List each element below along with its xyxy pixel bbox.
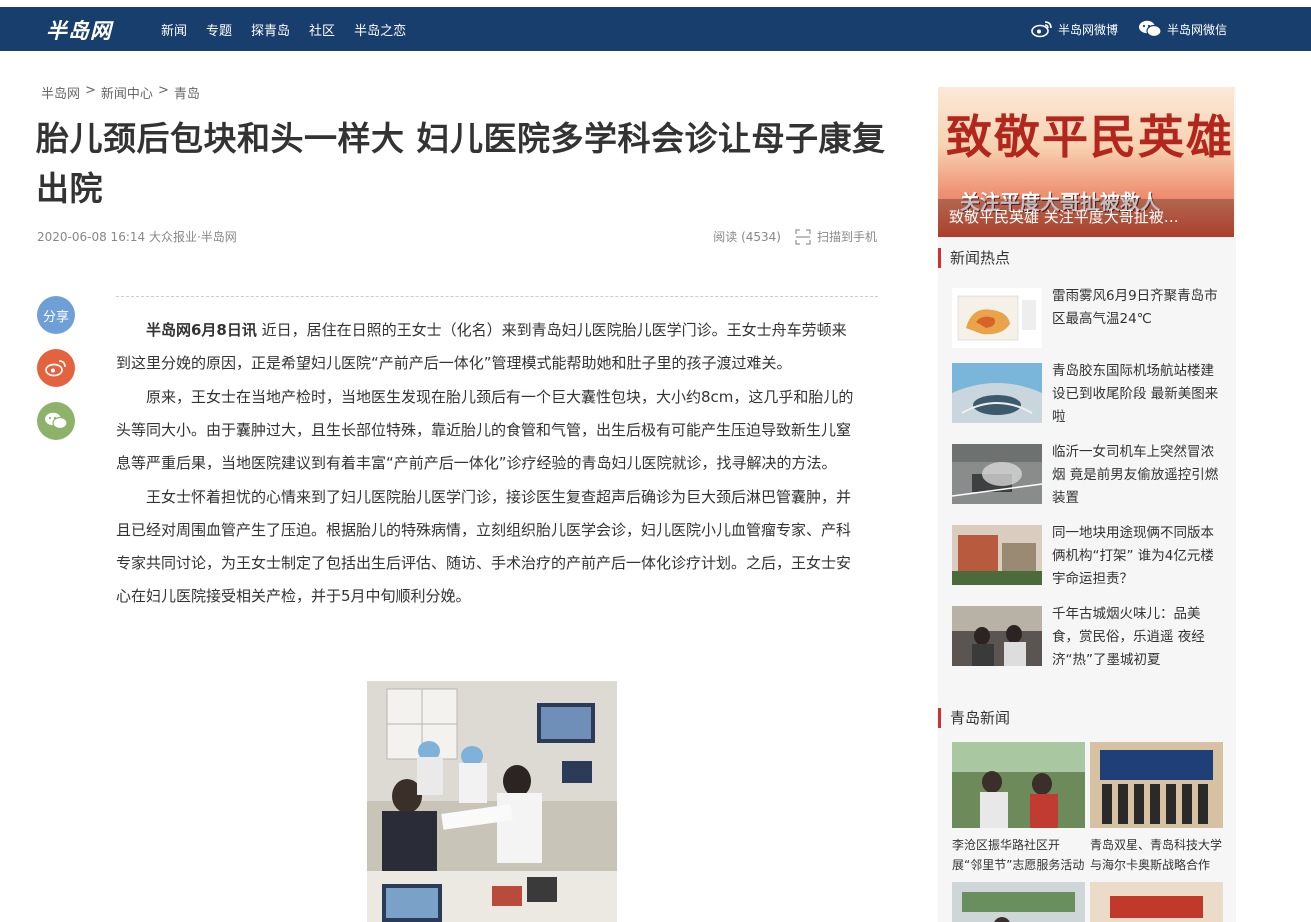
hot-news-thumb (952, 606, 1042, 666)
hot-news-thumb (952, 363, 1042, 423)
qingdao-news-item[interactable]: 李沧区振华路社区开展“邻里节”志愿服务活动 (952, 742, 1085, 875)
breadcrumb-home[interactable]: 半岛网 (41, 83, 80, 102)
share-column: 分享 (37, 296, 75, 455)
article-body: 半岛网6月8日讯 近日，居住在日照的王女士（化名）来到青岛妇儿医院胎儿医学门诊。… (116, 314, 861, 614)
qingdao-news-item[interactable] (1090, 882, 1223, 922)
nav-item-explore-qingdao[interactable]: 探青岛 (251, 20, 290, 39)
qingdao-news-thumb (952, 742, 1085, 828)
article-lead: 半岛网6月8日讯 (146, 321, 257, 339)
qingdao-news-thumb (1090, 742, 1223, 828)
hot-news-thumb (952, 288, 1042, 348)
share-label: 分享 (37, 296, 75, 334)
heading-accent (938, 707, 941, 728)
wechat-label: 半岛网微信 (1166, 22, 1227, 37)
breadcrumb-separator: > (157, 83, 169, 98)
qr-scan-icon (795, 228, 811, 245)
content-divider (116, 296, 878, 297)
nav-item-community[interactable]: 社区 (309, 20, 335, 39)
hot-news-heading: 新闻热点 (938, 247, 1010, 268)
breadcrumb: 半岛网 > 新闻中心 > 青岛 (41, 83, 200, 102)
wechat-icon (45, 412, 68, 430)
qingdao-news-text: 李沧区振华路社区开展“邻里节”志愿服务活动 (952, 835, 1085, 875)
hot-news-text: 千年古城烟火味儿：品美食，赏民俗，乐逍遥 夜经济“热”了墨城初夏 (1052, 606, 1205, 668)
hot-news-title: 新闻热点 (950, 249, 1011, 267)
article-paragraph: 王女士怀着担忧的心情来到了妇儿医院胎儿医学门诊，接诊医生复查超声后确诊为巨大颈后… (116, 488, 852, 605)
qingdao-news-heading: 青岛新闻 (938, 707, 1010, 728)
qingdao-news-item[interactable]: 青岛双星、青岛科技大学与海尔卡奥斯战略合作 (1090, 742, 1223, 875)
qingdao-news-item[interactable] (952, 882, 1085, 922)
wechat-icon (1138, 20, 1162, 38)
scan-to-phone-button[interactable]: 扫描到手机 (795, 228, 877, 245)
top-strip (0, 0, 1311, 7)
scan-label: 扫描到手机 (816, 230, 877, 244)
share-weibo-button[interactable] (37, 349, 75, 387)
feature-banner[interactable]: 致敬平民英雄 关注平度大哥扯被救人 致敬平民英雄 关注平度大哥扯被… (938, 87, 1234, 237)
heading-accent (938, 247, 941, 268)
banner-headline: 致敬平民英雄 (946, 110, 1234, 164)
right-sidebar: 致敬平民英雄 关注平度大哥扯被救人 致敬平民英雄 关注平度大哥扯被… 新闻热点 … (938, 87, 1236, 922)
read-count: 阅读 (4534) (713, 230, 781, 244)
hot-news-text: 同一地块用途现俩不同版本 俩机构“打架” 谁为4亿元楼宇命运担责？ (1052, 525, 1214, 587)
weibo-icon (45, 360, 66, 377)
wechat-link[interactable]: 半岛网微信 (1138, 20, 1227, 38)
hot-news-text: 雷雨雾风6月9日齐聚青岛市区最高气温24℃ (1052, 288, 1218, 327)
hot-news-thumb (952, 444, 1042, 504)
breadcrumb-qingdao[interactable]: 青岛 (174, 83, 200, 102)
hot-news-thumb (952, 525, 1042, 585)
qingdao-news-label: 青岛双星、青岛科技大学与海尔卡奥斯战略合作 (1090, 838, 1223, 872)
qingdao-news-thumb (952, 882, 1085, 922)
nav-item-romance[interactable]: 半岛之恋 (354, 20, 406, 39)
site-logo[interactable]: 半岛网 (46, 15, 112, 45)
hot-news-text: 青岛胶东国际机场航站楼建设已到收尾阶段 最新美图来啦 (1052, 363, 1219, 425)
hot-news-item[interactable]: 临沂一女司机车上突然冒浓烟 竟是前男友偷放遥控引燃装置 (952, 444, 1232, 506)
hot-news-item[interactable]: 千年古城烟火味儿：品美食，赏民俗，乐逍遥 夜经济“热”了墨城初夏 (952, 606, 1232, 668)
qingdao-news-label: 李沧区振华路社区开展“邻里节”志愿服务活动 (952, 838, 1085, 872)
nav-item-news[interactable]: 新闻 (161, 20, 187, 39)
nav-item-topics[interactable]: 专题 (206, 20, 232, 39)
qingdao-news-thumb (1090, 882, 1223, 922)
weibo-icon (1031, 21, 1052, 38)
hot-news-item[interactable]: 雷雨雾风6月9日齐聚青岛市区最高气温24℃ (952, 288, 1232, 350)
article-meta: 2020-06-08 16:14 大众报业·半岛网 (37, 230, 237, 244)
hot-news-item[interactable]: 青岛胶东国际机场航站楼建设已到收尾阶段 最新美图来啦 (952, 363, 1232, 425)
banner-caption: 致敬平民英雄 关注平度大哥扯被… (938, 199, 1234, 237)
site-navbar: 半岛网 新闻 专题 探青岛 社区 半岛之恋 半岛网微博 半岛网微信 (0, 7, 1311, 51)
article-paragraph: 原来，王女士在当地产检时，当地医生发现在胎儿颈后有一个巨大囊性包块，大小约8cm… (116, 388, 854, 472)
qingdao-news-text: 青岛双星、青岛科技大学与海尔卡奥斯战略合作 (1090, 835, 1223, 875)
main-nav: 新闻 专题 探青岛 社区 半岛之恋 (161, 7, 425, 51)
qingdao-news-title: 青岛新闻 (950, 709, 1011, 727)
share-wechat-button[interactable] (37, 402, 75, 440)
weibo-label: 半岛网微博 (1057, 22, 1118, 37)
article-title: 胎儿颈后包块和头一样大 妇儿医院多学科会诊让母子康复出院 (36, 119, 886, 208)
article-paragraph: 半岛网6月8日讯 近日，居住在日照的王女士（化名）来到青岛妇儿医院胎儿医学门诊。… (116, 314, 861, 380)
weibo-link[interactable]: 半岛网微博 (1031, 20, 1118, 38)
hot-news-item[interactable]: 同一地块用途现俩不同版本 俩机构“打架” 谁为4亿元楼宇命运担责？ (952, 525, 1232, 587)
breadcrumb-separator: > (85, 83, 96, 98)
article-photo (367, 681, 617, 922)
social-links: 半岛网微博 半岛网微信 (1011, 7, 1227, 51)
hot-news-text: 临沂一女司机车上突然冒浓烟 竟是前男友偷放遥控引燃装置 (1052, 444, 1219, 506)
article-stats: 阅读 (4534) 扫描到手机 (713, 228, 877, 245)
breadcrumb-news-center[interactable]: 新闻中心 (101, 83, 153, 102)
